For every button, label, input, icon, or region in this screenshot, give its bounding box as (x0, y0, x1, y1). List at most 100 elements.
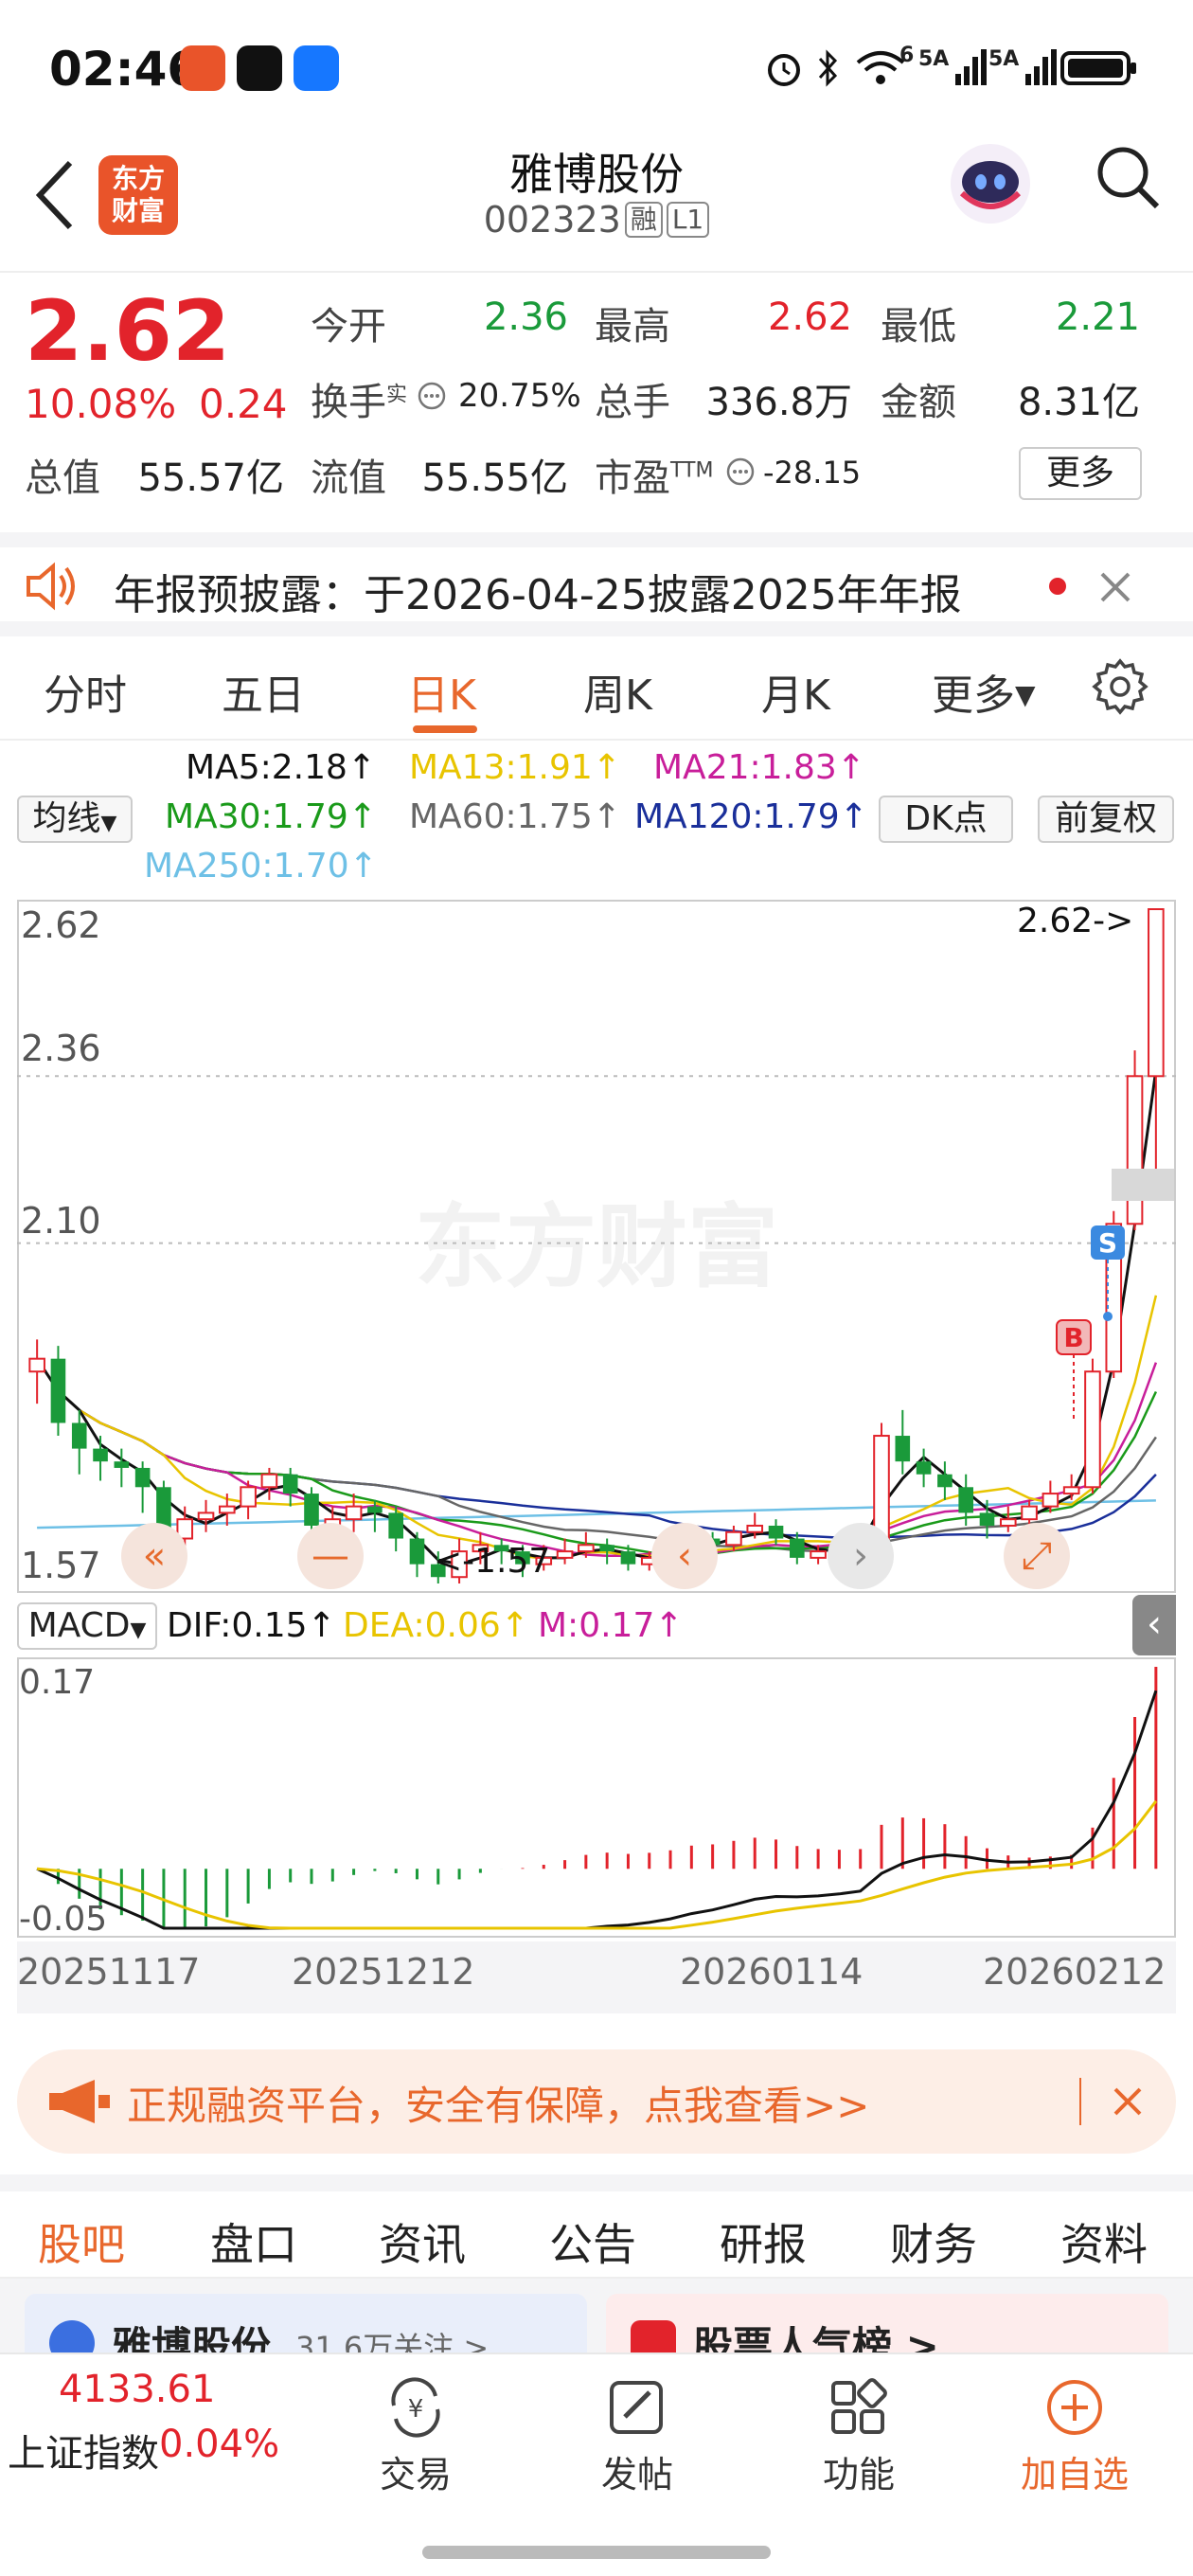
amount-label: 金额 (881, 381, 956, 424)
signal-strength-2: 5A (988, 47, 1058, 89)
robot-assistant-icon[interactable] (943, 134, 1038, 229)
tab-five-day[interactable]: 五日 (222, 661, 305, 722)
status-bar: 02:46 6 5A 5A (0, 0, 1193, 133)
tab-more[interactable]: 更多▼ (932, 661, 1036, 722)
index-name[interactable]: 上证指数 (8, 2423, 159, 2478)
candle (1126, 1050, 1144, 1231)
adjust-mode-button[interactable]: 前复权 (1038, 796, 1174, 843)
scroll-right-button[interactable]: › (828, 1523, 894, 1589)
tab-research[interactable]: 研报 (720, 2210, 807, 2273)
candle (1084, 1358, 1101, 1494)
megaphone-icon (49, 2080, 110, 2123)
svg-text:S: S (1098, 1227, 1117, 1259)
speaker-icon (27, 562, 75, 611)
edit-post-icon (610, 2381, 663, 2434)
unread-dot (1049, 578, 1066, 595)
dk-point-button[interactable]: DK点 (879, 796, 1013, 843)
promo-close-icon[interactable] (1112, 2085, 1144, 2118)
index-change: 0.04% (159, 2423, 280, 2466)
volume-value: 336.8万 (705, 381, 852, 424)
svg-text:B: B (1063, 1322, 1083, 1353)
tab-daily-k[interactable]: 日K (407, 661, 476, 722)
indicator-select[interactable]: MACD▼ (17, 1602, 157, 1650)
info-dots-icon[interactable] (417, 381, 447, 411)
functions-grid-icon (831, 2378, 887, 2434)
scroll-start-button[interactable]: « (121, 1523, 187, 1589)
more-quote-button[interactable]: 更多 (1019, 447, 1142, 500)
level-tag: L1 (666, 202, 710, 238)
volume-label: 总手 (595, 381, 670, 424)
index-value[interactable]: 4133.61 (59, 2368, 215, 2411)
community-cards: 雅博股份 31.6万关注 > 股票人气榜 > (0, 2279, 1193, 2352)
chart-watermark: 东方财富 (415, 1194, 778, 1300)
stock-header: 东方 财富 雅博股份 002323 融 L1 (0, 133, 1193, 273)
x-tick-3: 20260114 (680, 1951, 864, 1993)
scroll-left-button[interactable]: ‹ (651, 1523, 718, 1589)
notice-bar[interactable]: 年报预披露：于2026-04-25披露2025年年报 (0, 532, 1193, 636)
ma30-legend: MA30:1.79↑ (165, 797, 377, 836)
zoom-out-button[interactable]: — (297, 1523, 364, 1589)
tab-intraday[interactable]: 分时 (44, 661, 127, 722)
amount-value: 8.31亿 (1017, 381, 1140, 424)
tab-guba[interactable]: 股吧 (38, 2210, 125, 2273)
nav-functions[interactable]: 功能 (788, 2377, 930, 2497)
tab-monthly-k[interactable]: 月K (761, 661, 830, 722)
ma-select[interactable]: 均线▼ (17, 796, 133, 843)
margin-tag: 融 (624, 202, 663, 238)
open-label: 今开 (311, 305, 386, 349)
x-tick-4: 20260212 (983, 1951, 1166, 1993)
app-notification-icon (180, 45, 225, 91)
wifi-badge: 6 (899, 44, 915, 67)
dea-legend: DEA:0.06↑ (343, 1606, 529, 1645)
status-time: 02:46 (49, 42, 201, 97)
forum-title: 雅博股份 (112, 2323, 272, 2352)
nav-add-watchlist[interactable]: 加自选 (1004, 2377, 1146, 2497)
pe-info-icon[interactable] (725, 456, 756, 487)
change-percent: 10.08% (25, 381, 177, 427)
popularity-title: 股票人气榜 > (693, 2323, 939, 2352)
current-price: 2.62 (25, 282, 231, 380)
home-indicator[interactable] (422, 2546, 771, 2559)
tab-profile[interactable]: 资料 (1060, 2210, 1148, 2273)
ma60-legend: MA60:1.75↑ (409, 797, 621, 836)
collapse-panel-tab[interactable]: ‹ (1132, 1595, 1176, 1655)
high-label: 最高 (595, 305, 670, 349)
search-icon[interactable] (1095, 144, 1163, 212)
pe-value: -28.15 (763, 455, 862, 491)
active-tab-indicator (413, 725, 477, 733)
nav-trade[interactable]: ¥ 交易 (345, 2377, 487, 2497)
notice-text: 年报预披露：于2026-04-25披露2025年年报 (114, 571, 962, 619)
y-tick-max: 2.62 (21, 904, 101, 946)
m-legend: M:0.17↑ (538, 1606, 684, 1645)
close-icon[interactable] (1098, 570, 1132, 604)
low-price-label: <-1.57 (434, 1542, 550, 1581)
stock-forum-card[interactable]: 雅博股份 31.6万关注 > (25, 2294, 587, 2352)
tab-weekly-k[interactable]: 周K (583, 661, 652, 722)
macd-chart[interactable]: 0.17 -0.05 (17, 1657, 1176, 1938)
gear-icon[interactable] (1091, 657, 1149, 716)
alipay-icon (294, 45, 339, 91)
add-circle-icon (1047, 2380, 1102, 2435)
promo-banner[interactable]: 正规融资平台，安全有保障，点我查看>> (17, 2049, 1176, 2154)
tab-financials[interactable]: 财务 (890, 2210, 977, 2273)
kline-chart[interactable]: 东方财富 2.62 2.36 2.10 1.57 2.62-> <-1.57 B… (17, 900, 1176, 1593)
tab-news[interactable]: 资讯 (379, 2210, 466, 2273)
high-value: 2.62 (767, 295, 852, 339)
y-tick-min: 1.57 (21, 1545, 101, 1586)
trade-icon: ¥ (391, 2377, 440, 2438)
popularity-card[interactable]: 股票人气榜 > (606, 2294, 1168, 2352)
tab-order-book[interactable]: 盘口 (210, 2210, 297, 2273)
float-cap-label: 流值 (311, 456, 386, 500)
dif-legend: DIF:0.15↑ (167, 1606, 336, 1645)
fullscreen-button[interactable]: ⤢ (1004, 1523, 1070, 1589)
content-tabs: 股吧 盘口 资讯 公告 研报 财务 资料 (0, 2174, 1193, 2288)
nav-post[interactable]: 发帖 (566, 2377, 708, 2497)
price-cursor-tag (1112, 1169, 1174, 1201)
bluetooth-icon (818, 49, 838, 87)
tab-announcements[interactable]: 公告 (549, 2210, 636, 2273)
macd-y-min: -0.05 (19, 1900, 107, 1938)
y-tick-2: 2.36 (21, 1028, 101, 1069)
ma21-legend: MA21:1.83↑ (653, 748, 865, 787)
x-tick-2: 20251212 (292, 1951, 475, 1993)
ma120-legend: MA120:1.79↑ (634, 797, 868, 836)
